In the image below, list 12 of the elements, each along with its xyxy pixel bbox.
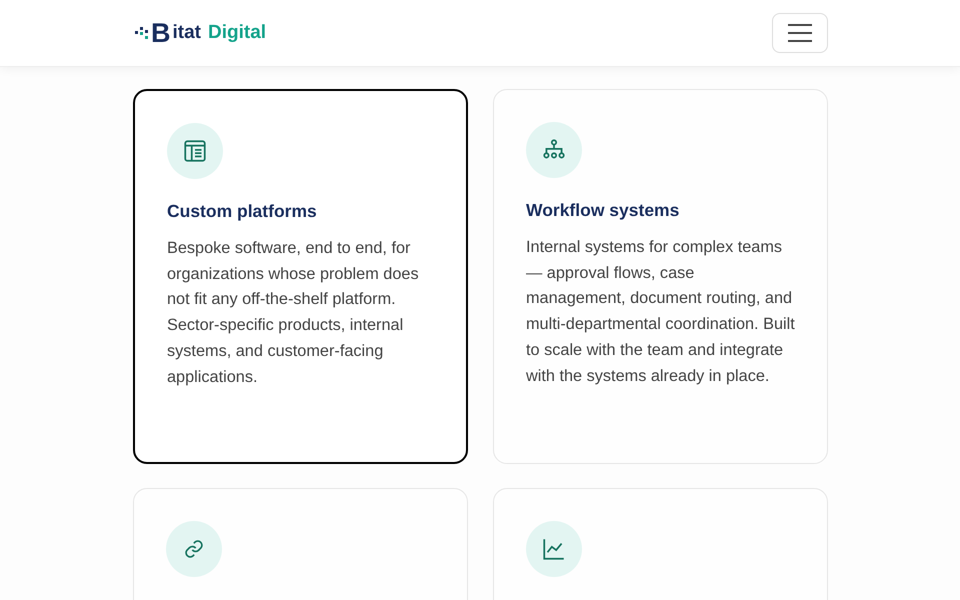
logo-text: Digital: [208, 22, 266, 44]
panel-icon: [182, 138, 208, 164]
pixel-dots-icon: [135, 26, 149, 40]
menu-icon: [787, 23, 813, 43]
logo-text: itat: [172, 22, 201, 44]
card-description: Internal systems for complex teams — approval flows, case management, document routing, and multi-departmental coordination. Built to scale with the team and integrate with the systems already in place.: [526, 237, 795, 387]
link-icon: [184, 539, 204, 559]
menu-button[interactable]: [772, 13, 828, 53]
card-title: Custom platforms: [167, 201, 318, 222]
card-description: Bespoke software, end to end, for organizations whose problem does not fit any off-the-shelf platform. Sector-specific products, internal systems, and customer-facing applications.: [167, 238, 420, 388]
card-title: Workflow systems: [526, 200, 680, 221]
logo-letter: B: [151, 20, 170, 46]
